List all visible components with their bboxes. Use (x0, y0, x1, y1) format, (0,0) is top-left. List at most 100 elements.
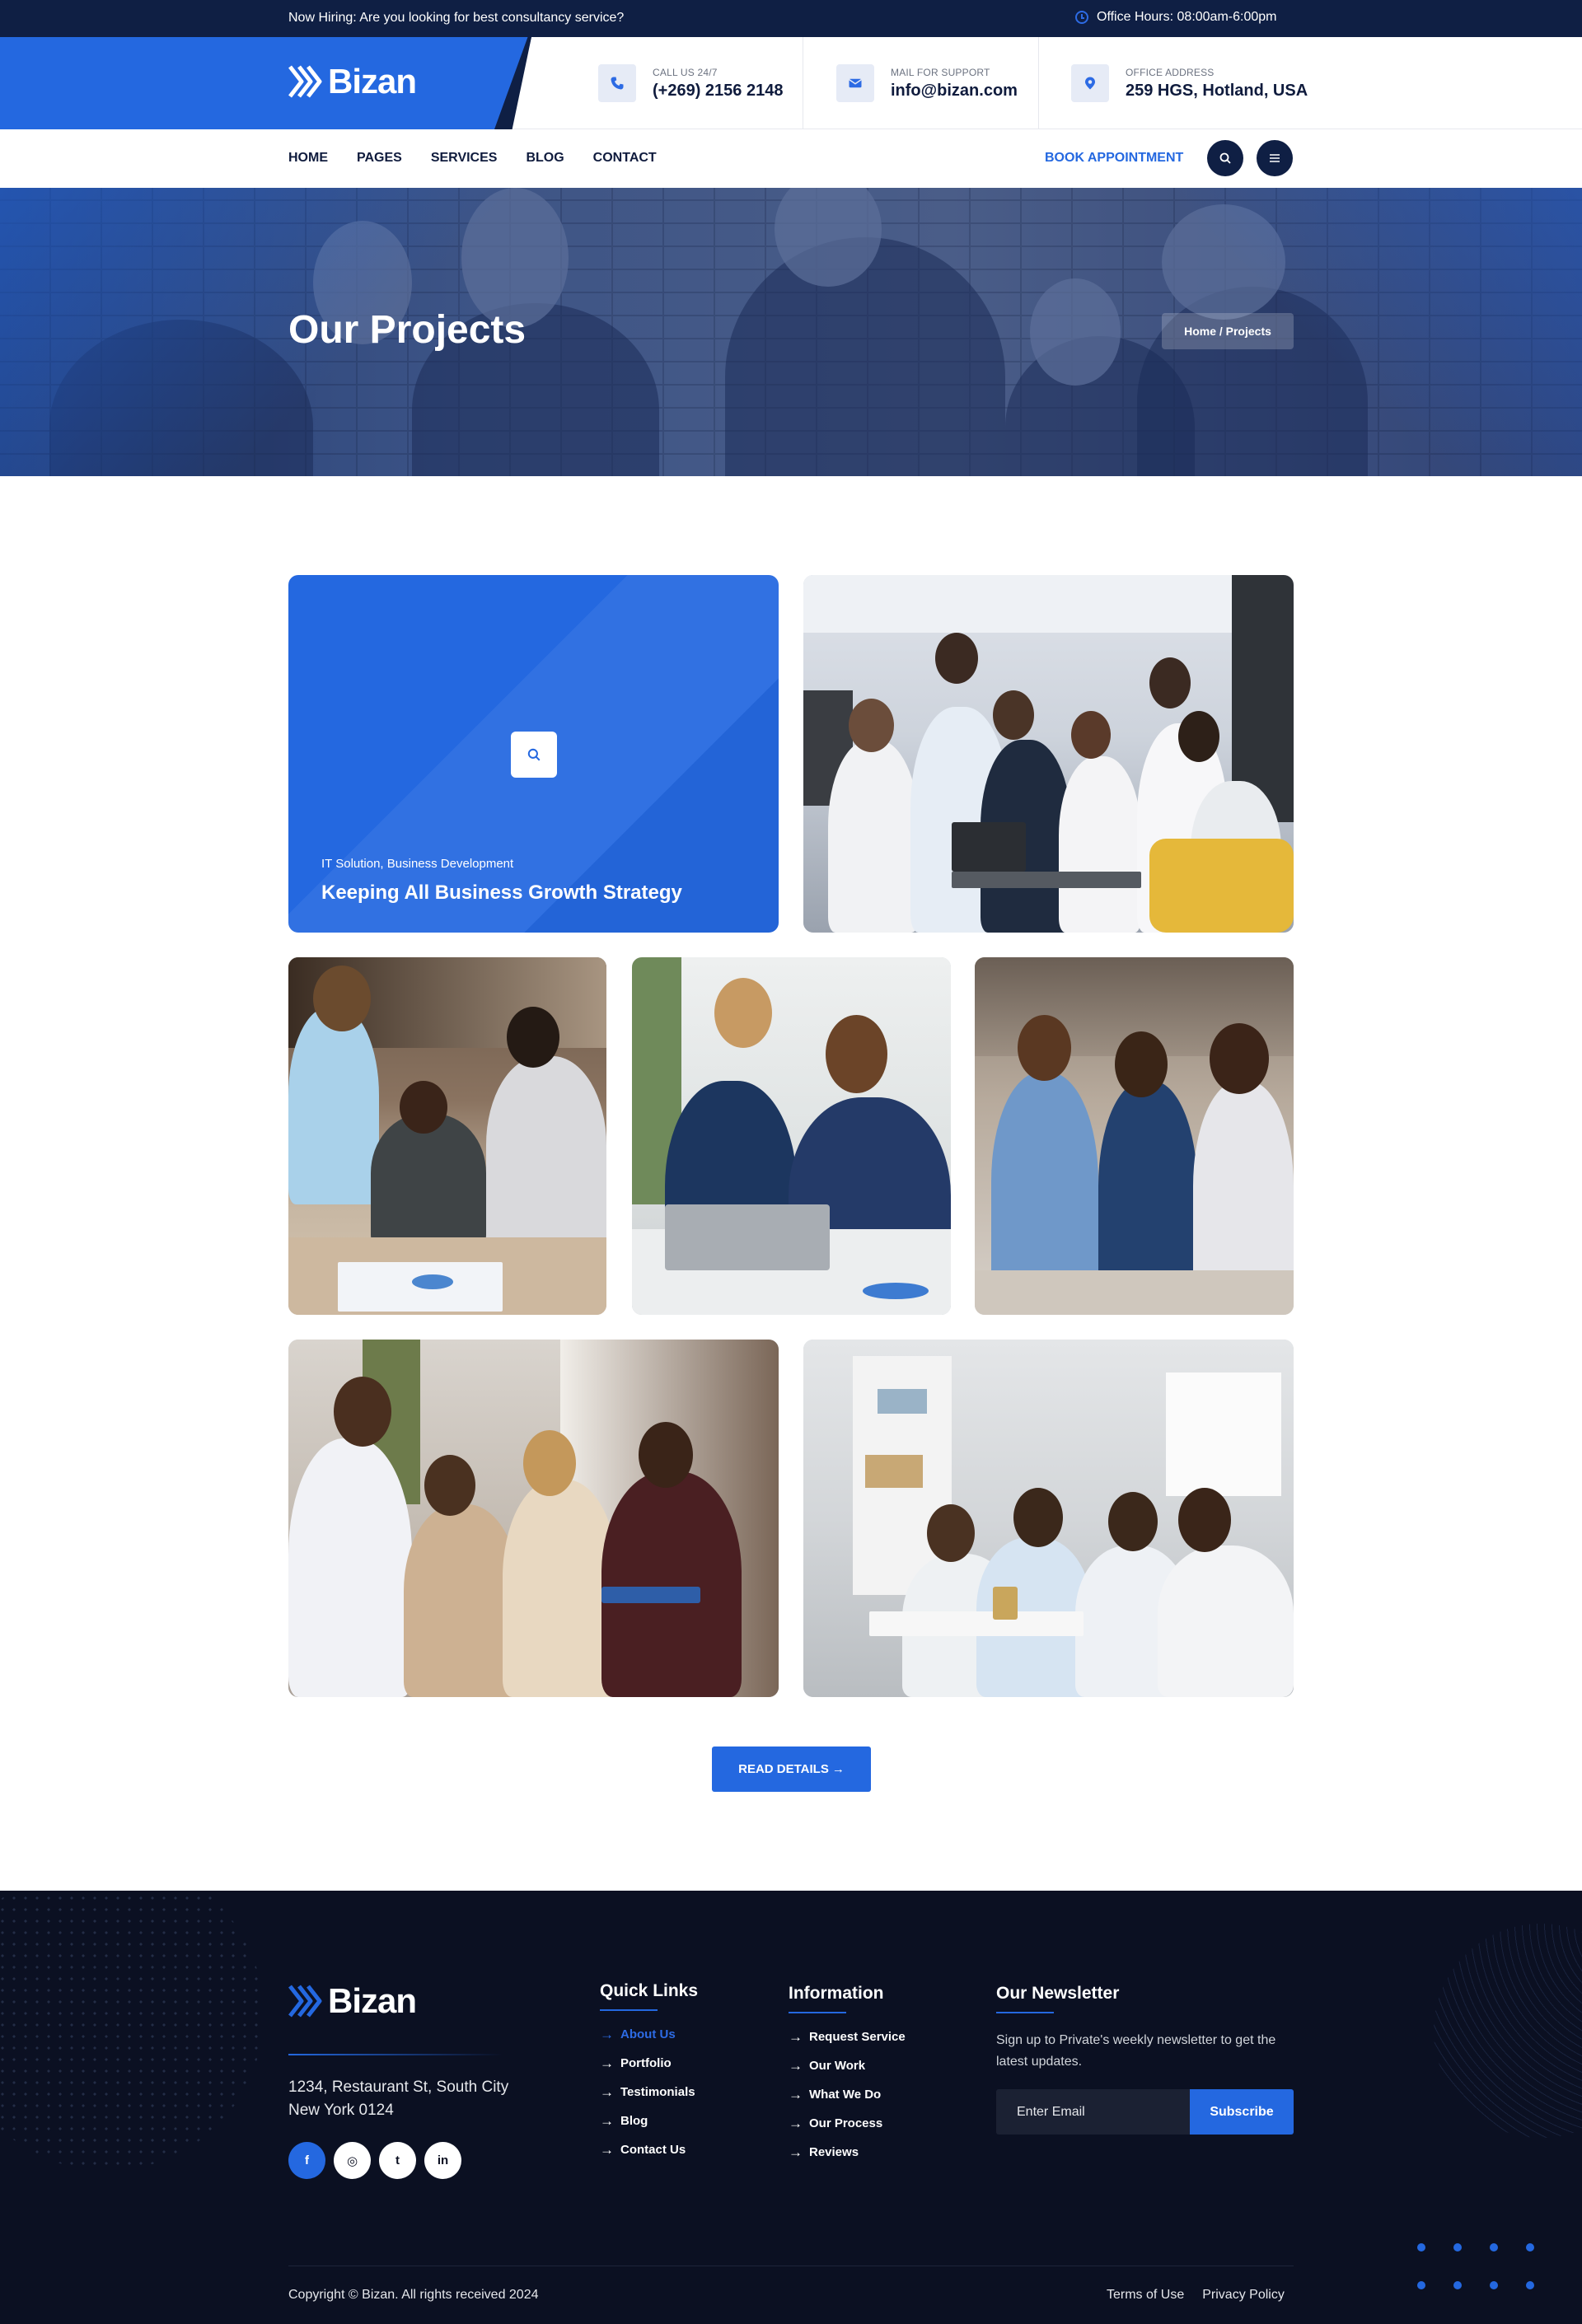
nav-item-pages[interactable]: PAGES (357, 151, 402, 166)
clock-icon (1075, 11, 1088, 24)
call-info[interactable]: CALL US 24/7 (+269) 2156 2148 (598, 37, 783, 129)
page-hero: Our Projects Home / Projects (0, 188, 1582, 476)
project-image-office-team[interactable] (803, 575, 1294, 933)
arrow-right-icon: → (789, 2116, 803, 2131)
quick-links-column: Quick Links → About Us → Portfolio → Testim… (600, 1981, 698, 2172)
nav-item-blog[interactable]: BLOG (526, 151, 564, 166)
email-input[interactable]: Enter Email (996, 2089, 1190, 2135)
footer-link-portfolio[interactable]: → Portfolio (600, 2056, 698, 2070)
social-links: f ◎ t in (288, 2142, 461, 2179)
address-info: OFFICE ADDRESS 259 HGS, Hotland, USA (1071, 37, 1308, 129)
column-title: Information (789, 1984, 884, 2003)
mail-info[interactable]: MAIL FOR SUPPORT info@bizan.com (836, 37, 1018, 129)
brand-block (0, 37, 531, 129)
mail-label: MAIL FOR SUPPORT (891, 66, 990, 78)
page-title: Our Projects (288, 308, 527, 352)
newsletter-form: Enter Email Subscribe (996, 2089, 1294, 2135)
footer-link-about[interactable]: → About Us (600, 2027, 698, 2041)
subscribe-button[interactable]: Subscribe (1190, 2089, 1294, 2135)
footer-link-our-process[interactable]: → Our Process (789, 2116, 906, 2130)
hamburger-menu-icon (1270, 154, 1280, 162)
terms-link[interactable]: Terms of Use (1107, 2288, 1184, 2303)
footer: Bizan 1234, Restaurant St, South City Ne… (0, 1891, 1582, 2324)
hiring-text: Now Hiring: Are you looking for best con… (288, 11, 625, 25)
nav-item-home[interactable]: HOME (288, 151, 328, 166)
dots-decoration (1417, 2243, 1534, 2289)
address-line: New York 0124 (288, 2102, 394, 2119)
menu-button[interactable] (1257, 140, 1293, 176)
search-icon (1219, 152, 1231, 164)
logo[interactable]: Bizan (288, 62, 417, 101)
project-search-button[interactable] (511, 732, 557, 778)
footer-link-reviews[interactable]: → Reviews (789, 2145, 906, 2159)
footer-link-blog[interactable]: → Blog (600, 2114, 698, 2128)
envelope-icon (836, 64, 874, 102)
footer-address: 1234, Restaurant St, South City New York… (288, 2076, 508, 2122)
project-image-thumbs-up[interactable] (975, 957, 1294, 1315)
dots-pattern-decoration (0, 1891, 264, 2171)
chevron-logo-icon (288, 1985, 322, 2018)
twitter-icon[interactable]: t (379, 2142, 416, 2179)
office-hours: Office Hours: 08:00am-6:00pm (1075, 10, 1276, 25)
arrow-right-icon: → (600, 2142, 614, 2158)
newsletter-text: Sign up to Private's weekly newsletter t… (996, 2033, 1276, 2069)
project-image-team-review[interactable] (288, 957, 606, 1315)
instagram-icon[interactable]: ◎ (334, 2142, 371, 2179)
legal-links: Terms of Use Privacy Policy (1107, 2288, 1285, 2303)
newsletter-column: Our Newsletter Sign up to Private's week… (996, 1984, 1294, 2135)
footer-link-what-we-do[interactable]: → What We Do (789, 2088, 906, 2102)
facebook-icon[interactable]: f (288, 2142, 325, 2179)
brand-name: Bizan (328, 62, 417, 101)
call-value: (+269) 2156 2148 (653, 81, 784, 100)
footer-link-our-work[interactable]: → Our Work (789, 2059, 906, 2073)
project-category: IT Solution, Business Development (321, 857, 514, 871)
nav-item-services[interactable]: SERVICES (431, 151, 498, 166)
nav-item-contact[interactable]: CONTACT (593, 151, 657, 166)
column-title: Our Newsletter (996, 1984, 1120, 2003)
footer-logo[interactable]: Bizan (288, 1981, 417, 2021)
footer-link-request-service[interactable]: → Request Service (789, 2030, 906, 2044)
project-image-laptop-work[interactable] (632, 957, 951, 1315)
hero-photo-figure (1030, 278, 1121, 386)
arrow-right-icon: → (600, 2027, 614, 2042)
header: Bizan CALL US 24/7 (+269) 2156 2148 MAIL… (0, 37, 1582, 129)
search-icon (527, 748, 541, 761)
featured-project-card[interactable]: IT Solution, Business Development Keepin… (288, 575, 779, 933)
main-nav: HOME PAGES SERVICES BLOG CONTACT BOOK AP… (0, 130, 1582, 188)
search-button[interactable] (1207, 140, 1243, 176)
call-label: CALL US 24/7 (653, 66, 718, 78)
chevron-logo-icon (288, 65, 322, 98)
arrow-right-icon: → (600, 2084, 614, 2100)
arrow-right-icon: → (600, 2113, 614, 2129)
arrow-right-icon: → (600, 2055, 614, 2071)
office-hours-text: Office Hours: 08:00am-6:00pm (1097, 10, 1277, 24)
information-column: Information → Request Service → Our Work →… (789, 1984, 906, 2174)
read-details-button[interactable]: READ DETAILS → (712, 1747, 871, 1792)
project-image-group-discussion[interactable] (288, 1340, 779, 1697)
mail-value: info@bizan.com (891, 81, 1018, 100)
arrow-right-icon: → (789, 2058, 803, 2074)
address-label: OFFICE ADDRESS (1126, 66, 1215, 78)
column-title: Quick Links (600, 1981, 699, 2000)
copyright: Copyright © Bizan. All rights received 2… (288, 2288, 539, 2302)
footer-link-testimonials[interactable]: → Testimonials (600, 2085, 698, 2099)
project-image-team-lounge[interactable] (803, 1340, 1294, 1697)
divider (1038, 37, 1039, 129)
arcs-decoration (1434, 1924, 1582, 2138)
arrow-right-icon: → (831, 1762, 845, 1776)
book-appointment-link[interactable]: BOOK APPOINTMENT (1045, 151, 1183, 166)
arrow-right-icon: → (789, 2087, 803, 2102)
linkedin-icon[interactable]: in (424, 2142, 461, 2179)
footer-link-contact[interactable]: → Contact Us (600, 2143, 698, 2157)
phone-icon (598, 64, 636, 102)
address-line: 1234, Restaurant St, South City (288, 2079, 509, 2096)
divider (288, 2054, 503, 2055)
footer-brand-name: Bizan (328, 1981, 417, 2020)
arrow-right-icon: → (789, 2029, 803, 2045)
top-bar: Now Hiring: Are you looking for best con… (0, 0, 1582, 37)
address-value: 259 HGS, Hotland, USA (1126, 81, 1308, 100)
location-pin-icon (1071, 64, 1109, 102)
privacy-link[interactable]: Privacy Policy (1202, 2288, 1285, 2303)
breadcrumb[interactable]: Home / Projects (1162, 313, 1294, 349)
project-title[interactable]: Keeping All Business Growth Strategy (321, 881, 682, 905)
